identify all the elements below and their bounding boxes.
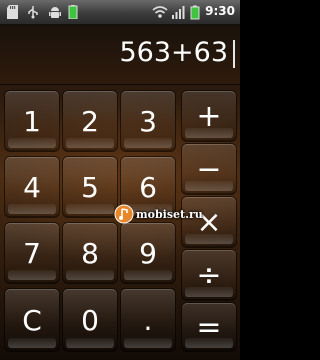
key-8[interactable]: 8 [63,223,117,283]
wifi-icon [152,6,168,18]
usb-icon [28,6,38,19]
expression-display: 563+63 [119,37,228,68]
key-8-label: 8 [81,236,99,270]
key-3[interactable]: 3 [121,91,175,151]
key-0[interactable]: 0 [63,289,117,351]
battery-charging-icon [68,5,78,19]
key-5-label: 5 [81,170,99,204]
key-1-label: 1 [23,104,41,138]
key-5[interactable]: 5 [63,157,117,217]
key-clear[interactable]: C [5,289,59,351]
status-clock: 9:30 [205,4,235,18]
sd-card-icon [7,5,18,19]
key-9-label: 9 [139,236,157,270]
key-4-label: 4 [23,170,41,204]
calculator-app: 563+63 1 2 3 4 5 6 7 8 9 C 0 . + − × ÷ = [0,25,240,360]
key-decimal[interactable]: . [121,289,175,351]
key-subtract[interactable]: − [182,144,236,194]
key-add[interactable]: + [182,91,236,141]
text-cursor [233,40,235,68]
android-debug-icon [49,7,61,18]
signal-icon [172,6,185,19]
battery-icon [190,5,200,20]
watermark: mobiset.ru [114,204,203,224]
key-divide[interactable]: ÷ [182,250,236,300]
status-bar: 9:30 [0,0,240,25]
watermark-text: mobiset.ru [136,207,203,221]
key-2-label: 2 [81,104,99,138]
key-3-label: 3 [139,104,157,138]
key-0-label: 0 [81,303,99,337]
key-7-label: 7 [23,236,41,270]
key-2[interactable]: 2 [63,91,117,151]
key-clear-label: C [22,303,42,337]
key-6-label: 6 [139,170,157,204]
key-9[interactable]: 9 [121,223,175,283]
key-1[interactable]: 1 [5,91,59,151]
key-equals[interactable]: = [182,303,236,351]
mobiset-logo-icon [114,204,134,224]
calculator-display[interactable]: 563+63 [0,25,240,85]
key-7[interactable]: 7 [5,223,59,283]
key-4[interactable]: 4 [5,157,59,217]
key-decimal-label: . [143,303,153,337]
